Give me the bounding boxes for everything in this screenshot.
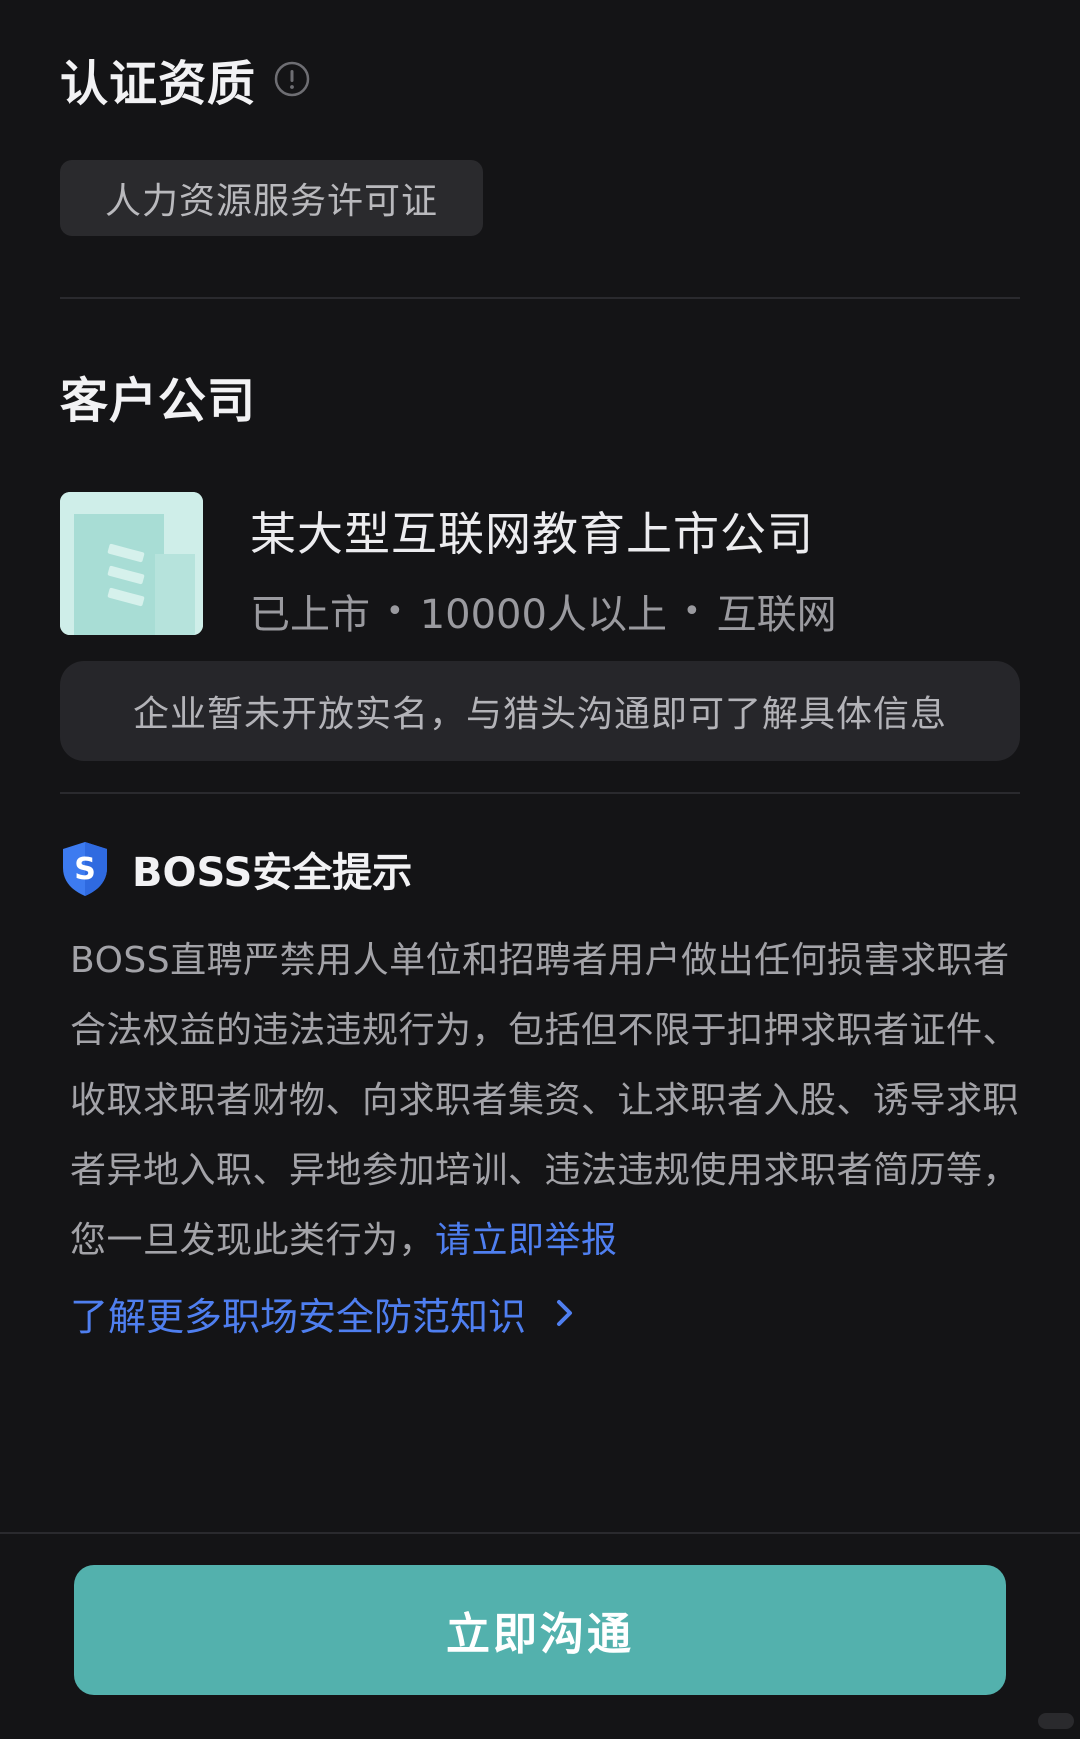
safety-header: S BOSS安全提示	[60, 838, 412, 900]
certification-title: 认证资质	[60, 56, 257, 112]
safety-body-text: BOSS直聘严禁用人单位和招聘者用户做出任何损害求职者合法权益的违法违规行为，包…	[70, 940, 1020, 1261]
company-name: 某大型互联网教育上市公司	[250, 507, 814, 561]
job-detail-page: 认证资质 人力资源服务许可证 客户公司 某大型互联网教育上市公司 已上市 • 1…	[0, 0, 1080, 1739]
client-company-header: 客户公司	[60, 365, 256, 429]
bottom-action-bar: 立即沟通	[0, 1532, 1080, 1739]
info-circle-icon[interactable]	[274, 61, 310, 97]
section-divider	[60, 297, 1020, 299]
anonymous-company-notice: 企业暂未开放实名，与猎头沟通即可了解具体信息	[60, 661, 1020, 761]
certification-header: 认证资质	[60, 48, 310, 112]
client-company-title: 客户公司	[60, 373, 257, 429]
shield-s-icon: S	[63, 842, 107, 896]
report-link[interactable]: 请立即举报	[435, 1220, 618, 1261]
certification-badge: 人力资源服务许可证	[60, 160, 483, 236]
watermark	[1038, 1713, 1074, 1729]
company-listing-status: 已上市	[250, 592, 370, 638]
chevron-right-icon	[557, 1300, 573, 1326]
company-logo[interactable]	[60, 492, 203, 635]
svg-text:S: S	[74, 852, 96, 887]
company-industry: 互联网	[716, 592, 837, 638]
company-size: 10000人以上	[419, 592, 667, 638]
chat-now-button[interactable]: 立即沟通	[74, 1565, 1006, 1695]
building-icon	[60, 492, 203, 635]
learn-more-label: 了解更多职场安全防范知识	[70, 1294, 527, 1339]
safety-title: BOSS安全提示	[132, 850, 413, 896]
company-meta: 已上市 • 10000人以上 • 互联网	[250, 582, 837, 640]
meta-separator: •	[682, 593, 701, 629]
meta-separator: •	[386, 593, 404, 629]
section-divider	[60, 792, 1020, 794]
safety-body: BOSS直聘严禁用人单位和招聘者用户做出任何损害求职者合法权益的违法违规行为，包…	[70, 926, 1030, 1276]
learn-more-link[interactable]: 了解更多职场安全防范知识	[70, 1278, 578, 1348]
